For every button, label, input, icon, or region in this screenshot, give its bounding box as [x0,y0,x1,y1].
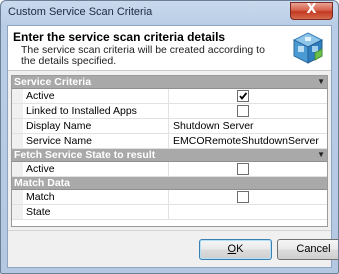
row-gutter [12,190,23,204]
category-label: Service Criteria [14,76,92,88]
title-bar[interactable]: Custom Service Scan Criteria X [1,1,338,23]
header-title: Enter the service scan criteria details [13,30,226,44]
close-button[interactable]: X [290,2,333,20]
category-match-data[interactable]: Match Data [12,177,327,190]
property-row-match[interactable]: Match [12,190,327,205]
property-row-state[interactable]: State [12,205,327,220]
property-row-display-name[interactable]: Display Name Shutdown Server [12,119,327,134]
property-name: Active [26,90,55,102]
state-value[interactable] [168,205,327,219]
property-row-linked-apps[interactable]: Linked to Installed Apps [12,104,327,119]
dialog-client-area: Enter the service scan criteria details … [7,25,338,268]
property-grid[interactable]: Service Criteria ▼ Active Linked to Inst… [11,75,328,227]
property-name: Service Name [26,135,92,147]
service-name-value[interactable]: EMCORemoteShutdownServer [168,134,327,148]
property-name: Active [26,163,55,175]
header-description: The service scan criteria will be create… [21,44,265,67]
dialog-header: Enter the service scan criteria details … [8,26,331,71]
property-value[interactable] [168,190,327,204]
fetch-active-checkbox[interactable] [237,163,249,175]
ok-button[interactable]: OK [199,239,272,260]
ok-mnemonic: O [227,243,237,255]
category-service-criteria[interactable]: Service Criteria ▼ [12,76,327,89]
active-checkbox[interactable] [237,90,249,102]
row-gutter [12,134,23,148]
row-gutter [12,205,23,219]
category-label: Fetch Service State to result [14,149,156,161]
property-row-fetch-active[interactable]: Active [12,162,327,177]
close-icon: X [306,2,317,17]
display-name-value[interactable]: Shutdown Server [168,119,327,133]
property-name: State [26,206,51,218]
property-row-service-name[interactable]: Service Name EMCORemoteShutdownServer [12,134,327,149]
property-name: Linked to Installed Apps [26,105,137,117]
row-gutter [12,104,23,118]
property-value[interactable] [168,104,327,118]
checkmark-icon [239,92,248,100]
collapse-icon[interactable]: ▼ [317,76,325,88]
row-gutter [12,89,23,103]
category-label: Match Data [14,177,71,189]
property-value[interactable] [168,89,327,103]
dialog-window: Custom Service Scan Criteria X Enter the… [0,0,339,274]
property-value[interactable] [168,162,327,176]
service-cube-icon [291,31,325,65]
cancel-button[interactable]: Cancel [277,239,338,260]
property-name: Display Name [26,120,92,132]
category-fetch-service-state[interactable]: Fetch Service State to result ▼ [12,149,327,162]
property-name: Match [26,191,55,203]
match-checkbox[interactable] [237,191,249,203]
dialog-footer: OK Cancel [8,230,338,267]
window-title: Custom Service Scan Criteria [8,6,153,18]
collapse-icon[interactable]: ▼ [317,149,325,161]
ok-label-rest: K [236,243,244,255]
property-row-active[interactable]: Active [12,89,327,104]
row-gutter [12,162,23,176]
linked-apps-checkbox[interactable] [237,105,249,117]
row-gutter [12,119,23,133]
